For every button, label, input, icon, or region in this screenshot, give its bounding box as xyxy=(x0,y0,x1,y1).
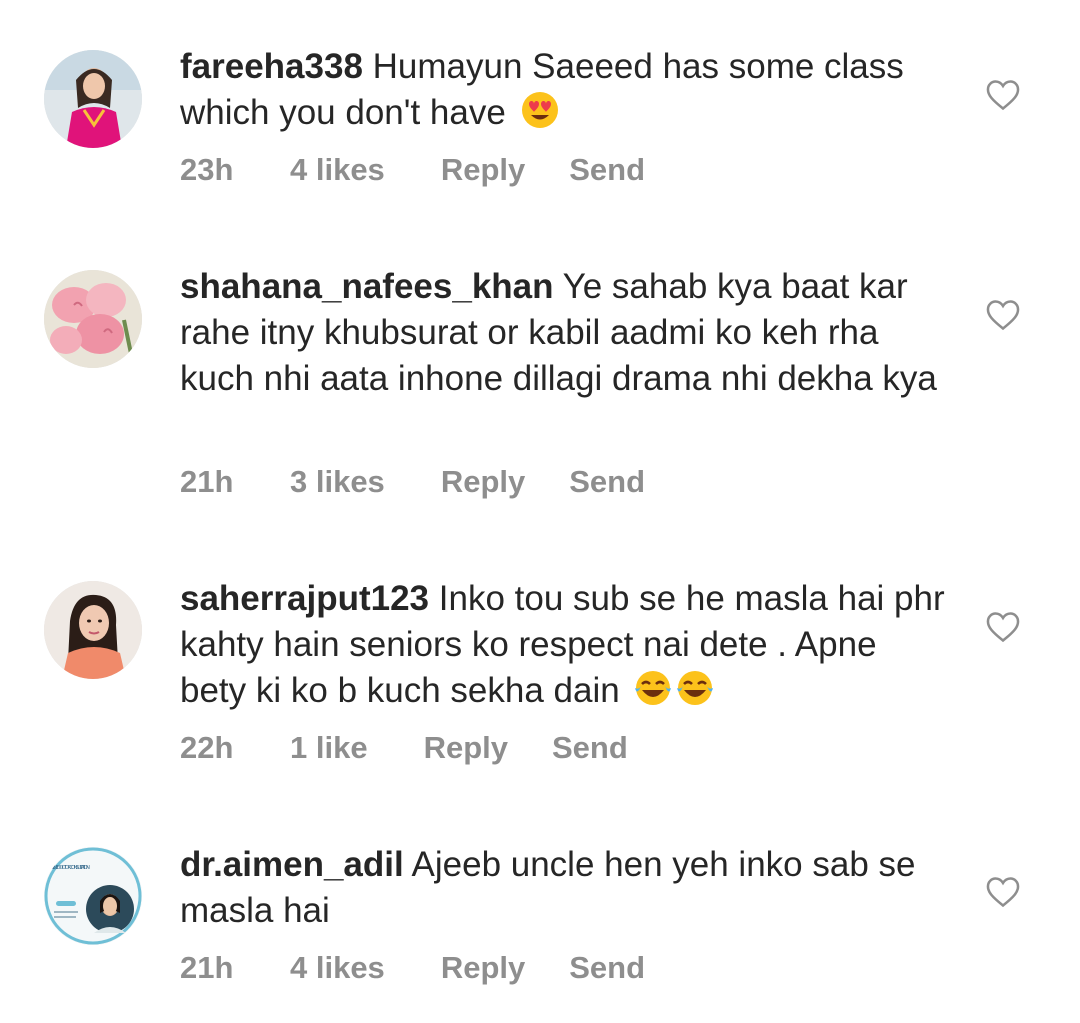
comment-meta: 23h 4 likes Reply Send xyxy=(180,152,645,188)
like-heart-icon[interactable] xyxy=(984,608,1022,646)
send-button[interactable]: Send xyxy=(569,950,645,986)
comment-timestamp: 23h xyxy=(180,152,234,187)
avatar[interactable] xyxy=(44,270,142,368)
comment-meta: 21h 4 likes Reply Send xyxy=(180,950,645,986)
like-heart-icon[interactable] xyxy=(984,76,1022,114)
comment-body: dr.aimen_adil Ajeeb uncle hen yeh inko s… xyxy=(180,842,950,934)
like-heart-icon[interactable] xyxy=(984,296,1022,334)
reply-button[interactable]: Reply xyxy=(441,950,525,986)
comment-timestamp: 22h xyxy=(180,730,234,765)
comment-likes-count[interactable]: 3 likes xyxy=(290,464,385,500)
comment-timestamp: 21h xyxy=(180,464,234,499)
comment-body: fareeha338 Humayun Saeeed has some class… xyxy=(180,44,950,136)
comment-timestamp: 21h xyxy=(180,950,234,985)
reply-button[interactable]: Reply xyxy=(441,464,525,500)
comment-username[interactable]: shahana_nafees_khan xyxy=(180,267,554,306)
heart-eyes-emoji xyxy=(520,90,560,130)
tears-of-joy-emoji xyxy=(675,668,715,708)
comment-meta: 22h 1 like Reply Send xyxy=(180,730,628,766)
reply-button[interactable]: Reply xyxy=(424,730,508,766)
send-button[interactable]: Send xyxy=(552,730,628,766)
comment-body: shahana_nafees_khan Ye sahab kya baat ka… xyxy=(180,264,950,402)
like-heart-icon[interactable] xyxy=(984,873,1022,911)
comment-likes-count[interactable]: 4 likes xyxy=(290,152,385,188)
comment-likes-count[interactable]: 1 like xyxy=(290,730,368,766)
tears-of-joy-emoji xyxy=(633,668,673,708)
comment-username[interactable]: dr.aimen_adil xyxy=(180,845,404,884)
reply-button[interactable]: Reply xyxy=(441,152,525,188)
avatar-clinic-text: NLINE DOCTOR CONSULTATION xyxy=(50,865,90,871)
send-button[interactable]: Send xyxy=(569,464,645,500)
avatar[interactable]: NLINE DOCTOR CONSULTATION xyxy=(44,847,142,945)
avatar[interactable] xyxy=(44,581,142,679)
avatar[interactable] xyxy=(44,50,142,148)
comment-username[interactable]: fareeha338 xyxy=(180,47,363,86)
comment-likes-count[interactable]: 4 likes xyxy=(290,950,385,986)
send-button[interactable]: Send xyxy=(569,152,645,188)
comment-body: saherrajput123 Inko tou sub se he masla … xyxy=(180,576,950,714)
comment-meta: 21h 3 likes Reply Send xyxy=(180,464,645,500)
comment-username[interactable]: saherrajput123 xyxy=(180,579,429,618)
